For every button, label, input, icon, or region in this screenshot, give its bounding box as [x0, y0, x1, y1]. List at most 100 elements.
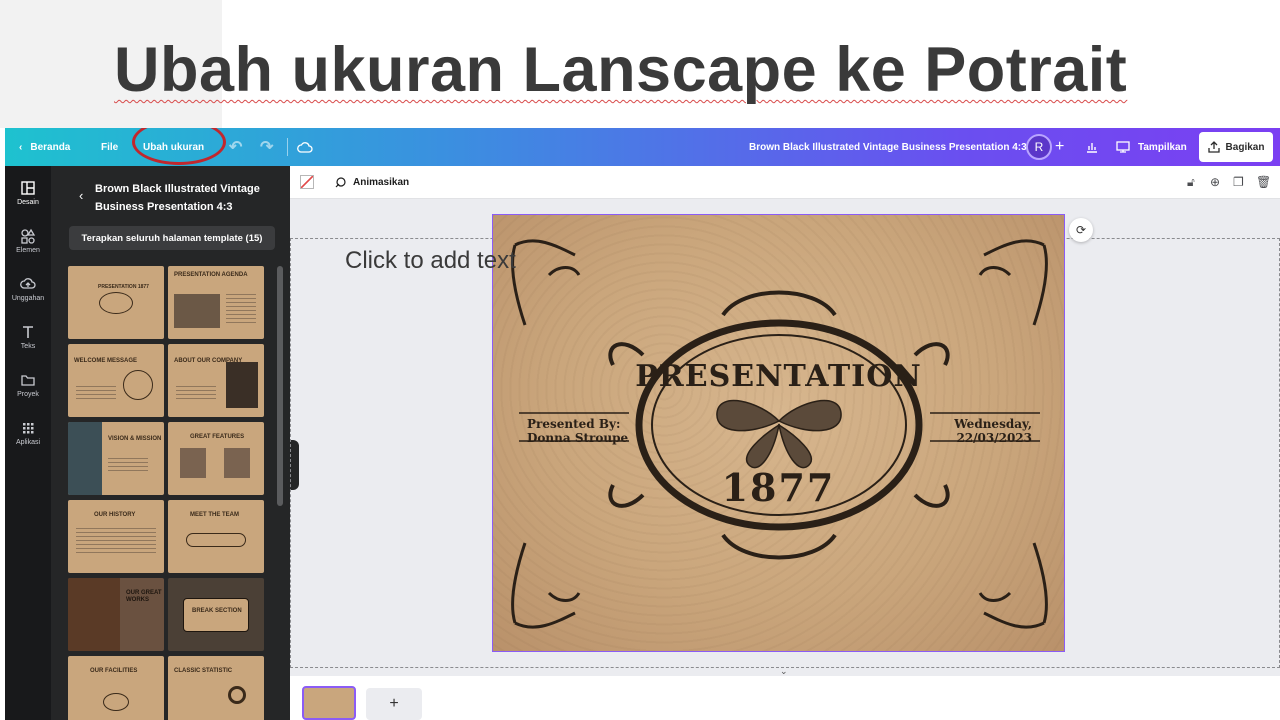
date-line-2: 22/03/2023 — [956, 431, 1032, 445]
shapes-icon — [21, 228, 36, 244]
apps-icon — [23, 423, 34, 434]
layout-icon — [21, 181, 35, 195]
redo-icon[interactable]: ↷ — [260, 128, 273, 166]
undo-icon[interactable]: ↶ — [229, 128, 242, 166]
chevron-left-icon: ‹ — [19, 141, 23, 153]
presenter-block: Presented By: Donna Stroupe — [527, 417, 628, 445]
add-page-icon[interactable]: ⊕ — [1210, 175, 1224, 189]
sidebar-item-text[interactable]: Teks — [5, 324, 51, 350]
thumb-lines — [108, 458, 148, 472]
template-thumb[interactable]: Presentation 1877 — [68, 266, 164, 339]
present-button[interactable]: Tampilkan — [1116, 128, 1187, 166]
template-thumb[interactable]: About Our Company — [168, 344, 264, 417]
add-page-button[interactable]: + — [366, 688, 422, 720]
pages-strip — [290, 676, 1280, 720]
file-menu[interactable]: File — [101, 128, 118, 166]
thumb-image — [180, 448, 206, 478]
template-thumb[interactable]: Great Features — [168, 422, 264, 495]
thumb-lines — [176, 386, 216, 400]
panel-scrollbar[interactable] — [277, 266, 283, 506]
template-thumb[interactable]: Classic Statistic — [168, 656, 264, 720]
donut-chart-icon — [228, 686, 246, 704]
sidebar-item-label: Aplikasi — [15, 439, 41, 446]
back-chevron-icon[interactable]: ‹ — [79, 188, 83, 203]
duplicate-icon[interactable]: ❐ — [1233, 175, 1247, 189]
text-icon — [23, 326, 33, 338]
share-button[interactable]: Bagikan — [1199, 132, 1273, 162]
canva-editor: ‹ Beranda File Ubah ukuran ↶ ↷ Brown Bla… — [5, 128, 1280, 720]
editor-toolbar: Animasikan 🔓︎ ⊕ ❐ 🗑︎ — [290, 166, 1280, 199]
template-thumb[interactable]: Presentation Agenda — [168, 266, 264, 339]
home-label: Beranda — [30, 141, 71, 153]
template-thumb[interactable]: Our Facilities — [68, 656, 164, 720]
thumb-title: Vision & Mission — [108, 436, 162, 442]
home-button[interactable]: ‹ Beranda — [19, 128, 70, 166]
chevron-down-icon[interactable]: ⌄ — [780, 666, 788, 677]
sidebar-item-label: Proyek — [17, 391, 39, 398]
thumb-lines — [76, 528, 156, 554]
thumb-image — [68, 578, 120, 651]
template-thumb[interactable]: Meet The Team — [168, 500, 264, 573]
folder-icon — [21, 375, 35, 386]
thumb-lines — [76, 386, 116, 400]
sidebar-item-design[interactable]: Desain — [5, 180, 51, 206]
template-thumb[interactable]: Our Great Works — [68, 578, 164, 651]
sidebar-rail: Desain Elemen Unggahan Teks Proyek Aplik… — [5, 166, 51, 720]
topbar-divider — [287, 138, 288, 156]
thumb-title: Great Features — [190, 434, 245, 440]
thumb-image — [224, 448, 250, 478]
sidebar-item-apps[interactable]: Aplikasi — [5, 420, 51, 446]
page-headline: Ubah ukuran Lanscape ke Potrait — [114, 35, 1128, 105]
template-thumb[interactable]: Break Section — [168, 578, 264, 651]
template-thumb[interactable]: Our History — [68, 500, 164, 573]
apply-all-pages-button[interactable]: Terapkan seluruh halaman template (15) — [69, 226, 275, 250]
present-label: Tampilkan — [1138, 141, 1187, 153]
sidebar-item-label: Desain — [17, 199, 39, 206]
add-text-placeholder[interactable]: Click to add text — [345, 247, 516, 275]
document-title[interactable]: Brown Black Illustrated Vintage Business… — [749, 128, 1027, 166]
avatar[interactable]: R — [1026, 134, 1052, 160]
sidebar-item-label: Elemen — [16, 247, 40, 254]
insights-icon[interactable] — [1085, 128, 1099, 166]
slide-year: 1877 — [721, 465, 836, 510]
slide-canvas[interactable]: PRESENTATION 1877 Presented By: Donna St… — [492, 214, 1065, 652]
thumb-image — [226, 362, 258, 408]
thumb-title: Our History — [94, 512, 136, 518]
template-thumb[interactable]: Welcome Message — [68, 344, 164, 417]
thumb-title: Presentation 1877 — [98, 284, 149, 290]
slide-title: PRESENTATION — [635, 359, 922, 394]
presenter-line-1: Presented By: — [527, 417, 621, 431]
rotate-icon[interactable]: ⟳ — [1069, 218, 1093, 242]
add-collaborator-icon[interactable]: + — [1055, 128, 1064, 166]
sidebar-item-uploads[interactable]: Unggahan — [5, 276, 51, 302]
thumb-title: Meet The Team — [190, 512, 239, 518]
thumb-title: Presentation Agenda — [174, 272, 248, 278]
sidebar-item-projects[interactable]: Proyek — [5, 372, 51, 398]
turtle-illustration-icon — [103, 692, 129, 711]
screenshot-page: Ubah ukuran Lanscape ke Potrait ‹ Berand… — [0, 0, 1280, 720]
page-thumbnail[interactable] — [302, 686, 356, 720]
team-avatars-icon — [186, 532, 246, 547]
date-line-1: Wednesday, — [954, 417, 1032, 431]
animate-label: Animasikan — [353, 177, 410, 188]
share-icon — [1207, 141, 1220, 153]
animate-button[interactable]: Animasikan — [334, 166, 409, 199]
animate-icon — [335, 177, 346, 188]
presenter-line-2: Donna Stroupe — [527, 431, 629, 445]
template-thumb[interactable]: Vision & Mission — [68, 422, 164, 495]
template-panel: ‹ Brown Black Illustrated Vintage Busine… — [51, 166, 290, 720]
ornament-icon — [99, 291, 133, 314]
date-block: Wednesday, 22/03/2023 — [954, 417, 1032, 445]
thumb-title: Our Facilities — [90, 668, 138, 674]
sidebar-item-elements[interactable]: Elemen — [5, 228, 51, 254]
thumb-title: Welcome Message — [74, 358, 138, 364]
color-none-icon[interactable] — [300, 175, 314, 189]
sidebar-item-label: Unggahan — [11, 295, 45, 302]
trash-icon[interactable]: 🗑︎ — [1256, 175, 1271, 189]
thumb-image — [68, 422, 102, 495]
page-actions: 🔓︎ ⊕ ❐ 🗑︎ — [1187, 175, 1271, 189]
cloud-save-icon[interactable] — [297, 128, 313, 166]
lock-icon[interactable]: 🔓︎ — [1187, 175, 1201, 189]
thumb-title: Break Section — [192, 608, 242, 614]
panel-title: Brown Black Illustrated Vintage Business… — [95, 183, 260, 213]
